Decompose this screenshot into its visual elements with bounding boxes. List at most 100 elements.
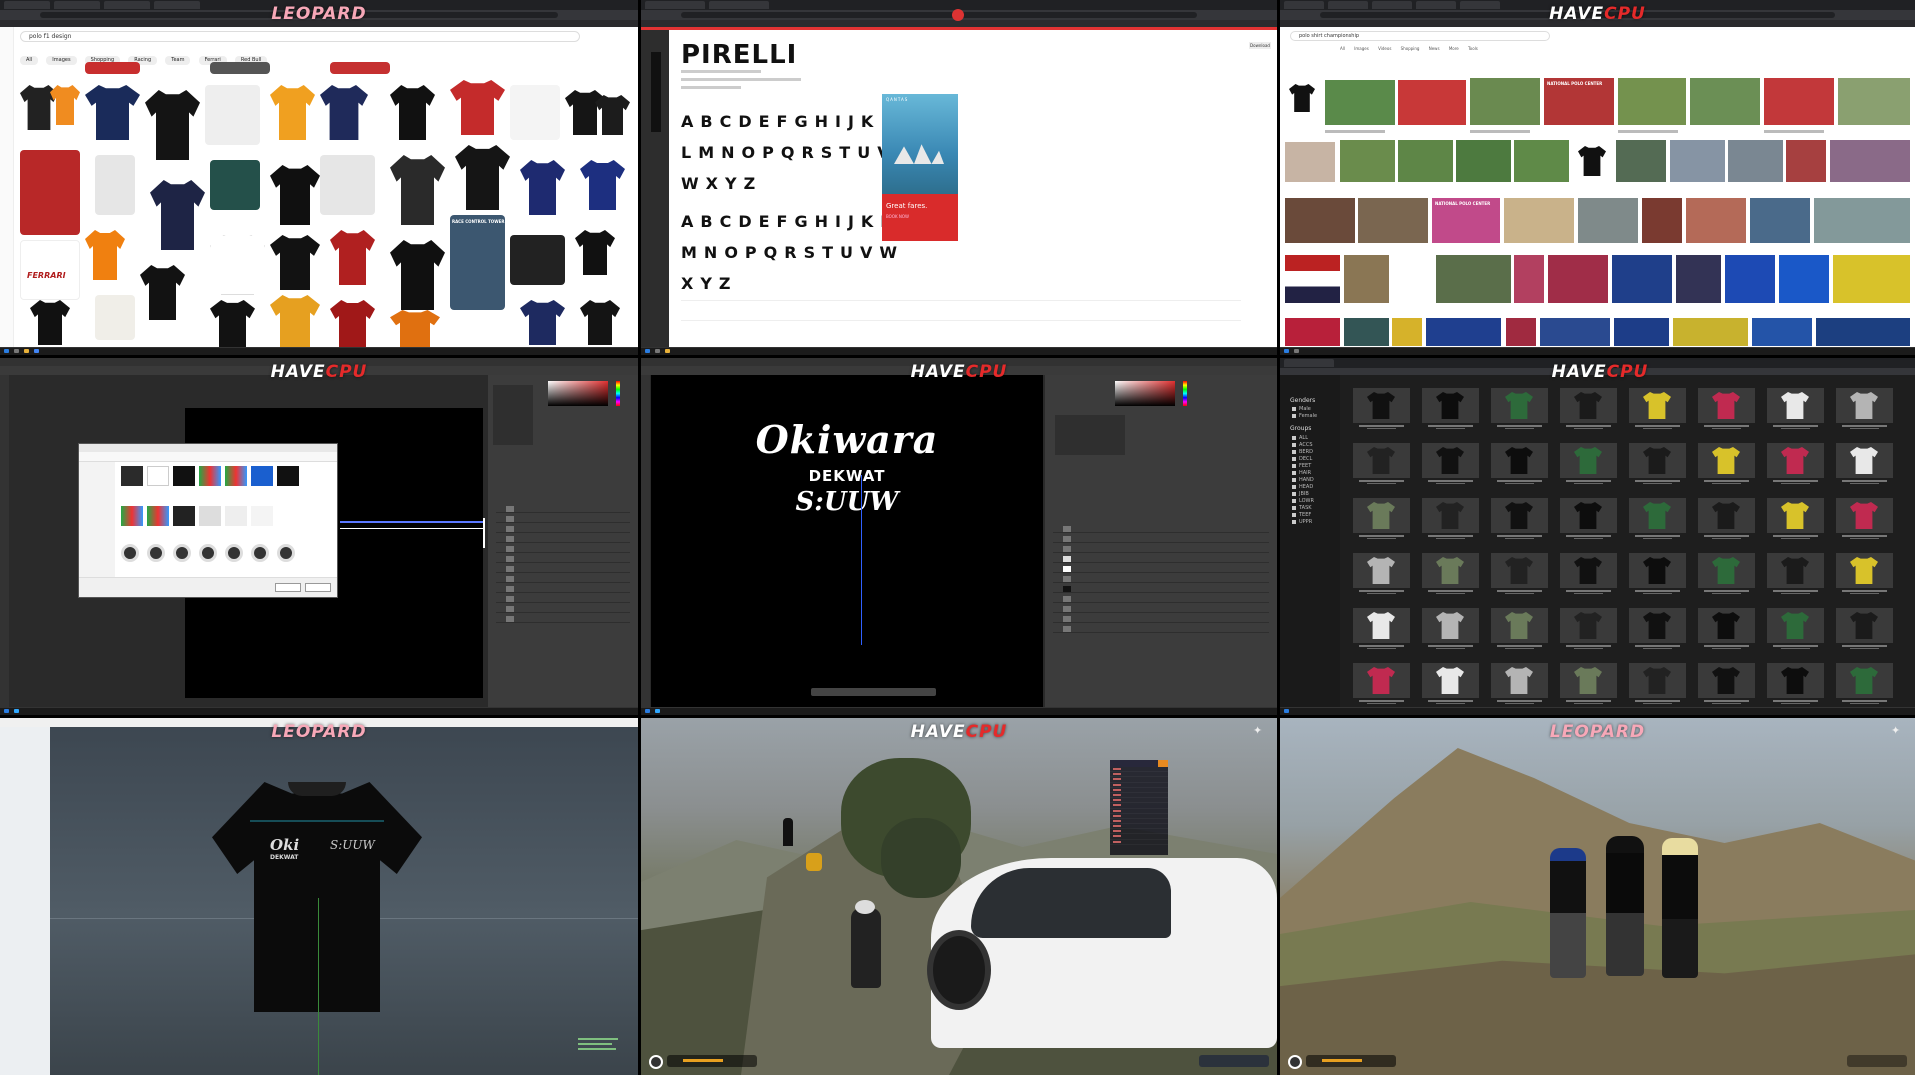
group-filter[interactable]: HAND (1292, 477, 1314, 483)
file-thumbnail[interactable] (121, 466, 143, 486)
image-result[interactable] (1456, 140, 1511, 182)
asset-thumbnail[interactable] (1422, 388, 1479, 423)
disc-image-icon[interactable] (121, 544, 139, 562)
image-result-shirt[interactable] (450, 80, 505, 135)
image-result[interactable] (1618, 78, 1686, 125)
image-result-shirt[interactable] (575, 230, 615, 275)
ad-cta[interactable]: BOOK NOW (886, 214, 909, 219)
image-result[interactable] (1398, 140, 1453, 182)
dialog-address-bar[interactable] (79, 452, 337, 462)
file-thumbnail[interactable] (251, 466, 273, 486)
image-result-shirt[interactable] (145, 90, 200, 160)
image-result[interactable] (1816, 318, 1910, 346)
disc-image-icon[interactable] (225, 544, 243, 562)
image-result[interactable] (1616, 140, 1666, 182)
disc-image-icon[interactable] (147, 544, 165, 562)
asset-thumbnail[interactable] (1629, 663, 1686, 698)
image-result-ferrari[interactable]: FERRARI (20, 240, 80, 300)
image-result[interactable]: NATIONAL POLO CENTER (1544, 78, 1614, 125)
asset-thumbnail[interactable] (1491, 608, 1548, 643)
layer-row[interactable] (1053, 565, 1269, 573)
dialog-nav-pane[interactable] (79, 462, 115, 577)
file-thumbnail[interactable] (173, 506, 195, 526)
image-result-shirt[interactable] (210, 300, 255, 348)
image-result-shirt[interactable] (270, 235, 320, 290)
group-filter[interactable]: UPPR (1292, 519, 1312, 525)
layer-row[interactable] (496, 575, 630, 583)
image-result[interactable] (1392, 318, 1422, 346)
asset-thumbnail[interactable] (1560, 608, 1617, 643)
image-result[interactable] (1690, 78, 1760, 125)
search-icon[interactable] (655, 349, 660, 353)
image-result[interactable] (1285, 142, 1335, 182)
asset-thumbnail[interactable] (1698, 663, 1755, 698)
image-result-shirt[interactable] (520, 300, 565, 345)
image-result-shirt[interactable] (595, 95, 630, 135)
asset-thumbnail[interactable] (1422, 553, 1479, 588)
disc-image-icon[interactable] (251, 544, 269, 562)
asset-thumbnail[interactable] (1353, 443, 1410, 478)
asset-thumbnail[interactable] (1767, 498, 1824, 533)
asset-thumbnail[interactable] (1836, 498, 1893, 533)
group-filter[interactable]: BERD (1292, 449, 1313, 455)
hue-slider[interactable] (1183, 381, 1187, 406)
open-button[interactable] (275, 583, 301, 592)
image-result[interactable] (1426, 318, 1501, 346)
image-result[interactable] (510, 235, 565, 285)
hue-slider[interactable] (616, 381, 620, 406)
file-thumbnail[interactable] (251, 506, 273, 526)
photoshop-icon[interactable] (14, 709, 19, 713)
asset-thumbnail[interactable] (1836, 443, 1893, 478)
layer-row[interactable] (496, 505, 630, 513)
image-result-shirt[interactable] (580, 300, 620, 345)
image-result[interactable] (1436, 255, 1511, 303)
asset-thumbnail[interactable] (1560, 443, 1617, 478)
result-caption[interactable] (1764, 130, 1824, 133)
image-result[interactable] (1786, 140, 1826, 182)
image-result[interactable] (1612, 255, 1672, 303)
layer-row[interactable] (496, 535, 630, 543)
player-character[interactable] (783, 818, 793, 846)
character-panel[interactable] (493, 385, 533, 445)
image-result-shirt[interactable] (270, 85, 315, 140)
image-result-shirt[interactable] (390, 85, 435, 140)
result-caption[interactable] (1325, 130, 1385, 133)
image-result[interactable] (205, 85, 260, 145)
layer-row[interactable] (1053, 545, 1269, 553)
image-result[interactable] (1325, 80, 1395, 125)
image-result[interactable] (1344, 255, 1389, 303)
player-character-yellow[interactable] (806, 853, 822, 871)
search-icon[interactable] (1294, 349, 1299, 353)
layer-row[interactable] (1053, 595, 1269, 603)
image-result[interactable] (210, 62, 270, 74)
asset-thumbnail[interactable] (1422, 608, 1479, 643)
image-result-shirt[interactable] (320, 85, 368, 140)
image-result-shirt[interactable] (520, 160, 565, 215)
file-thumbnail[interactable] (225, 506, 247, 526)
layer-row[interactable] (1053, 525, 1269, 533)
image-result[interactable] (85, 62, 140, 74)
download-button[interactable]: Download (1249, 42, 1271, 49)
image-result-shirt[interactable] (390, 310, 440, 350)
asset-thumbnail[interactable] (1560, 663, 1617, 698)
layer-row[interactable] (1053, 555, 1269, 563)
player-character-black-hoodie[interactable] (1606, 836, 1644, 976)
image-result-shirt[interactable] (85, 230, 125, 280)
image-result[interactable] (1750, 198, 1810, 243)
image-result-shirt[interactable] (330, 300, 375, 350)
asset-thumbnail[interactable] (1698, 443, 1755, 478)
viewer-side-panel[interactable] (0, 727, 50, 1075)
layer-row[interactable] (496, 515, 630, 523)
image-result[interactable] (1578, 198, 1638, 243)
image-result-shirt[interactable] (150, 180, 205, 250)
image-result-shirt[interactable] (390, 155, 445, 225)
result-caption[interactable] (1470, 130, 1530, 133)
file-thumbnail[interactable] (147, 466, 169, 486)
color-picker[interactable] (1115, 381, 1175, 406)
image-result[interactable] (1779, 255, 1829, 303)
asset-thumbnail[interactable] (1560, 388, 1617, 423)
search-input[interactable]: polo shirt championship (1290, 31, 1550, 41)
image-result[interactable] (1814, 198, 1910, 243)
image-result[interactable] (210, 160, 260, 210)
asset-thumbnail[interactable] (1629, 498, 1686, 533)
